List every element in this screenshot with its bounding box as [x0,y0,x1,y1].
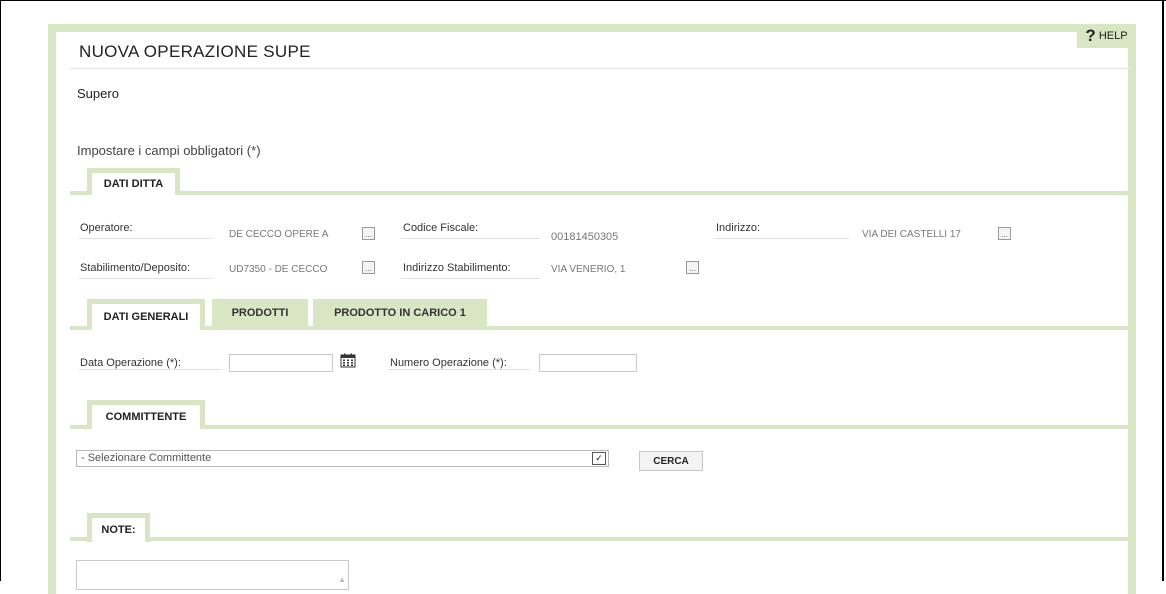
calendar-icon[interactable] [340,353,356,368]
tab-prodotto-in-carico[interactable]: PRODOTTO IN CARICO 1 [313,299,487,327]
tab-note[interactable]: NOTE: [87,513,150,542]
cerca-button-label: CERCA [653,455,689,467]
page-subtitle: Supero [77,86,119,101]
section-divider-dati-ditta [70,191,1132,195]
scroll-up-icon[interactable]: ▲ [338,575,346,584]
stabilimento-underline [79,278,213,279]
title-divider [70,68,1132,69]
stabilimento-lookup-button[interactable]: ... [362,261,375,274]
data-operazione-input[interactable] [229,354,333,372]
operatore-label-underline [79,238,213,239]
indirizzo-stabilimento-underline [401,278,540,279]
cerca-button[interactable]: CERCA [639,451,703,471]
ellipsis-icon: ... [1001,230,1008,239]
tab-prodotti-label: PRODOTTI [231,307,289,319]
indirizzo-underline [714,238,849,239]
codice-fiscale-value: 00181450305 [551,231,619,243]
tab-note-label: NOTE: [101,524,136,536]
numero-operazione-label: Numero Operazione (*): [390,357,507,369]
operatore-value: DE CECCO OPERE A [229,229,329,240]
tab-prodotti[interactable]: PRODOTTI [212,299,308,327]
required-fields-hint: Impostare i campi obbligatori (*) [77,143,261,158]
committente-select-value: - Selezionare Committente [81,452,212,464]
indirizzo-stabilimento-lookup-button[interactable]: ... [686,261,699,274]
indirizzo-lookup-button[interactable]: ... [998,227,1011,240]
tab-dati-generali-label: DATI GENERALI [103,311,189,323]
section-divider-committente [70,425,1132,429]
help-button[interactable]: ? HELP [1077,24,1136,48]
operatore-label: Operatore: [80,222,133,234]
chevron-down-icon[interactable]: ✓ [592,452,606,465]
indirizzo-value: VIA DEI CASTELLI 17 [862,229,961,240]
data-operazione-underline [79,369,222,370]
stabilimento-value: UD7350 - DE CECCO [229,264,328,275]
page-title: NUOVA OPERAZIONE SUPE [79,42,311,61]
help-icon: ? [1085,26,1096,45]
indirizzo-stabilimento-label: Indirizzo Stabilimento: [403,262,511,274]
tab-committente-label: COMMITTENTE [105,411,187,423]
ellipsis-icon: ... [689,264,696,273]
operatore-lookup-button[interactable]: ... [362,227,375,240]
window-frame-left [0,0,1,581]
tab-dati-ditta-label: DATI DITTA [103,178,164,190]
numero-operazione-underline [388,369,531,370]
window-frame-right [1162,0,1164,581]
tab-prodotto-in-carico-label: PRODOTTO IN CARICO 1 [334,307,466,319]
codice-fiscale-label: Codice Fiscale: [403,222,479,234]
numero-operazione-input[interactable] [539,354,637,372]
window-frame-top [0,0,1166,1]
indirizzo-label: Indirizzo: [716,222,761,234]
codice-fiscale-underline [401,238,540,239]
ellipsis-icon: ... [365,264,372,273]
tab-dati-ditta[interactable]: DATI DITTA [87,168,180,195]
indirizzo-stabilimento-value: VIA VENERIO, 1 [551,264,626,275]
stabilimento-label: Stabilimento/Deposito: [80,262,191,274]
tab-dati-generali[interactable]: DATI GENERALI [87,299,205,330]
committente-select[interactable]: - Selezionare Committente ✓ [76,450,609,467]
ellipsis-icon: ... [365,230,372,239]
help-label: HELP [1098,30,1128,42]
section-divider-note [70,537,1132,541]
data-operazione-label: Data Operazione (*): [80,357,181,369]
tab-committente[interactable]: COMMITTENTE [87,400,205,429]
note-textarea[interactable]: ▲ [76,560,349,590]
